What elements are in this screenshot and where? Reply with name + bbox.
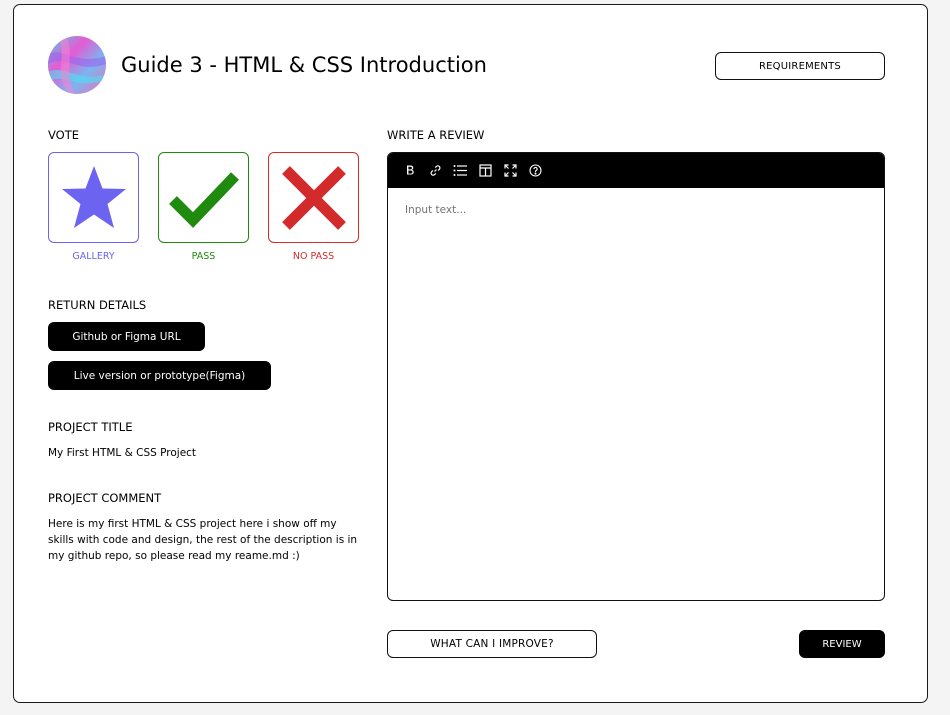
return-details-label: RETURN DETAILS — [48, 298, 147, 312]
page-title: Guide 3 - HTML & CSS Introduction — [121, 53, 487, 77]
vote-no-pass-button[interactable] — [268, 152, 359, 243]
review-submit-button[interactable]: REVIEW — [799, 630, 885, 658]
requirements-button[interactable]: REQUIREMENTS — [715, 52, 885, 80]
write-review-label: WRITE A REVIEW — [387, 128, 485, 142]
help-icon[interactable] — [527, 163, 543, 179]
vote-gallery-button[interactable] — [48, 152, 139, 243]
project-title-label: PROJECT TITLE — [48, 420, 133, 434]
project-comment-value: Here is my first HTML & CSS project here… — [48, 518, 358, 562]
review-editor — [387, 152, 885, 601]
project-comment-label: PROJECT COMMENT — [48, 491, 162, 505]
vote-pass-button[interactable] — [158, 152, 249, 243]
vote-pass-label: PASS — [191, 251, 216, 262]
x-icon — [281, 165, 346, 230]
fullscreen-icon[interactable] — [502, 163, 518, 179]
editor-toolbar — [388, 153, 884, 188]
project-title-value: My First HTML & CSS Project — [48, 447, 197, 459]
vote-gallery-label: GALLERY — [72, 251, 115, 262]
avatar — [48, 36, 106, 94]
github-figma-url-button[interactable]: Github or Figma URL — [48, 322, 205, 351]
review-text-input[interactable] — [388, 188, 884, 600]
star-icon — [61, 165, 126, 228]
vote-no-pass-label: NO PASS — [292, 251, 335, 262]
what-can-i-improve-button[interactable]: WHAT CAN I IMPROVE? — [387, 630, 597, 658]
link-icon[interactable] — [427, 163, 443, 179]
checkmark-icon — [168, 171, 239, 228]
list-icon[interactable] — [452, 163, 468, 179]
columns-icon[interactable] — [477, 163, 493, 179]
live-version-button[interactable]: Live version or prototype(Figma) — [48, 361, 271, 390]
bold-icon[interactable] — [402, 163, 418, 179]
vote-label: VOTE — [48, 128, 80, 142]
